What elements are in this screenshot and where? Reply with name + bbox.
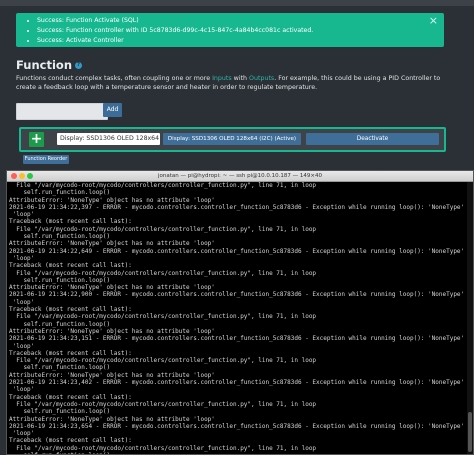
success-alert: Success: Function Activate (SQL) Success… [16, 13, 444, 47]
page-title: Function [16, 58, 73, 72]
function-reorder-button[interactable]: Function Reorder [23, 155, 69, 164]
terminal-line: AttributeError: 'NoneType' object has no… [9, 240, 215, 248]
terminal-line: 2021-06-19 21:34:23,402 - ERROR - mycodo… [9, 379, 465, 387]
alert-message-list: Success: Function Activate (SQL) Success… [16, 13, 444, 46]
terminal-output[interactable]: File "/var/mycodo-root/mycodo/controller… [9, 182, 465, 454]
help-icon[interactable]: ? [75, 61, 83, 69]
terminal-line: self.run_function.loop() [9, 320, 111, 328]
inputs-link[interactable]: Inputs [212, 75, 232, 82]
scrollbar-thumb[interactable] [468, 412, 472, 452]
terminal-line: File "/var/mycodo-root/mycodo/controller… [9, 357, 317, 365]
terminal-line: 2021-06-19 21:34:22,397 - ERROR - mycodo… [9, 203, 465, 211]
terminal-line: self.run_function.loop() [9, 189, 111, 197]
terminal-line: Traceback (most recent call last): [9, 218, 132, 226]
terminal-line: self.run_function.loop() [9, 364, 111, 372]
section-header: Function ? [16, 58, 83, 72]
outputs-link[interactable]: Outputs [249, 75, 274, 82]
terminal-title: jonatan — pi@hydropi: ~ — ssh pi@10.0.10… [157, 173, 323, 179]
terminal-line: self.run_function.loop() [9, 408, 111, 416]
description-text: Functions conduct complex tasks, often c… [16, 75, 213, 82]
terminal-line: 'loop' [9, 254, 35, 262]
terminal-line: self.run_function.loop() [9, 452, 465, 454]
function-status-button[interactable]: Display: SSD1306 OLED 128x64 (I2C) (Acti… [163, 133, 301, 145]
terminal-line: 'loop' [9, 298, 35, 306]
terminal-line: self.run_function.loop() [9, 233, 111, 241]
terminal-scrollbar[interactable] [467, 182, 473, 454]
terminal-line: File "/var/mycodo-root/mycodo/controller… [9, 182, 317, 189]
terminal-line: 'loop' [9, 430, 35, 438]
terminal-line: 'loop' [9, 386, 35, 394]
terminal-line: AttributeError: 'NoneType' object has no… [9, 284, 215, 292]
terminal-line: Traceback (most recent call last): [9, 349, 132, 357]
terminal-line: AttributeError: 'NoneType' object has no… [9, 415, 215, 423]
terminal-line: Traceback (most recent call last): [9, 393, 132, 401]
terminal-titlebar: jonatan — pi@hydropi: ~ — ssh pi@10.0.10… [7, 171, 473, 182]
deactivate-button[interactable]: Deactivate [306, 133, 439, 145]
terminal-line: File "/var/mycodo-root/mycodo/controller… [9, 400, 317, 408]
add-button[interactable]: Add [103, 103, 122, 117]
terminal-line: File "/var/mycodo-root/mycodo/controller… [9, 444, 317, 452]
terminal-line: Traceback (most recent call last): [9, 306, 132, 314]
terminal-line: 'loop' [9, 342, 35, 350]
terminal-window: jonatan — pi@hydropi: ~ — ssh pi@10.0.10… [6, 170, 474, 455]
terminal-line: 'loop' [9, 211, 35, 219]
terminal-line: AttributeError: 'NoneType' object has no… [9, 327, 215, 335]
terminal-line: File "/var/mycodo-root/mycodo/controller… [9, 225, 317, 233]
alert-message: Success: Activate Controller [37, 36, 444, 46]
page-description: Functions conduct complex tasks, often c… [16, 74, 456, 92]
terminal-line: 2021-06-19 21:34:23,151 - ERROR - mycodo… [9, 335, 465, 343]
browser-top-strip [0, 0, 474, 6]
terminal-line: self.run_function.loop() [9, 276, 111, 284]
terminal-line: Traceback (most recent call last): [9, 437, 132, 445]
function-name-field[interactable]: Display: SSD1306 OLED 128x64 (I2C [57, 133, 160, 145]
function-panel: + Display: SSD1306 OLED 128x64 (I2C Disp… [19, 127, 446, 152]
terminal-line: 2021-06-19 21:34:22,649 - ERROR - mycodo… [9, 247, 465, 255]
terminal-line: Traceback (most recent call last): [9, 262, 132, 270]
new-function-input[interactable] [16, 103, 108, 120]
terminal-line: 2021-06-19 21:34:22,900 - ERROR - mycodo… [9, 291, 465, 299]
alert-message: Success: Function Activate (SQL) [37, 16, 444, 26]
alert-message: Success: Function controller with ID 5c8… [37, 26, 444, 36]
terminal-line: AttributeError: 'NoneType' object has no… [9, 371, 215, 379]
terminal-line: File "/var/mycodo-root/mycodo/controller… [9, 269, 317, 277]
terminal-line: File "/var/mycodo-root/mycodo/controller… [9, 313, 317, 321]
expand-plus-icon[interactable]: + [29, 132, 44, 147]
close-icon[interactable]: × [429, 15, 438, 27]
terminal-line: AttributeError: 'NoneType' object has no… [9, 196, 215, 204]
terminal-line: 2021-06-19 21:34:23,654 - ERROR - mycodo… [9, 422, 465, 430]
description-text: with [231, 75, 250, 82]
